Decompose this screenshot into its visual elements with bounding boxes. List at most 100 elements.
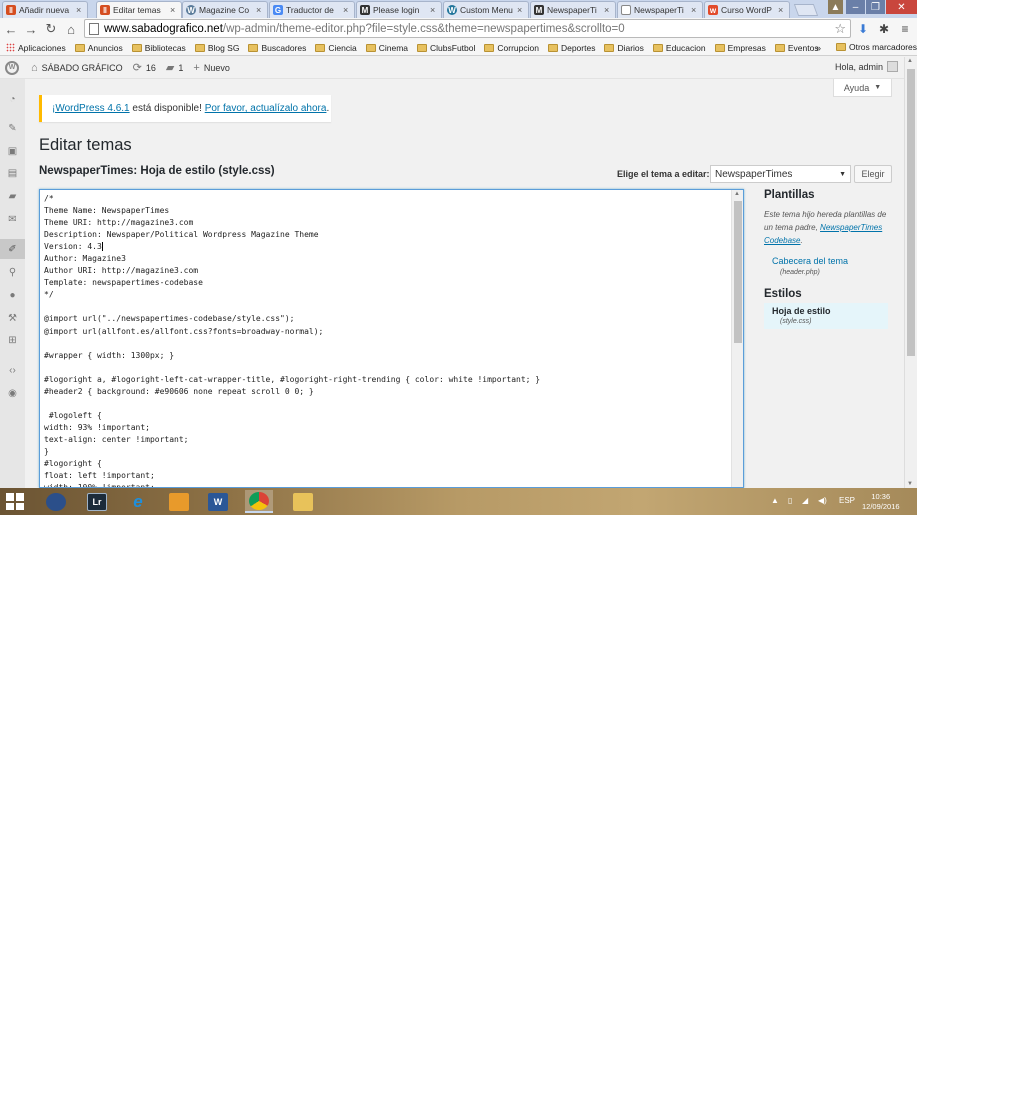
updates-link[interactable]: ⟳ 16: [133, 61, 156, 74]
collapse-icon[interactable]: ◉: [0, 383, 25, 403]
bookmark-folder[interactable]: Cinema: [365, 43, 408, 53]
forward-arrow-icon[interactable]: →: [22, 20, 40, 38]
comments-icon[interactable]: ▰: [0, 186, 25, 206]
maximize-button[interactable]: ❐: [866, 0, 885, 14]
site-name-link[interactable]: ⌂ SÁBADO GRÁFICO: [31, 62, 123, 74]
update-now-link[interactable]: Por favor, actualízalo ahora: [205, 103, 327, 114]
pin-icon[interactable]: ✎: [0, 118, 25, 138]
minimize-button[interactable]: –: [846, 0, 865, 14]
extension-icon[interactable]: ✱: [876, 21, 892, 37]
settings-icon[interactable]: ⊞: [0, 330, 25, 350]
browser-tab[interactable]: M NewspaperTi ×: [530, 1, 616, 18]
close-icon[interactable]: ×: [430, 5, 438, 15]
bookmarks-overflow-button[interactable]: »: [816, 43, 821, 53]
taskbar-app-internet-explorer[interactable]: e: [124, 490, 152, 513]
battery-icon[interactable]: ▯: [788, 496, 792, 505]
user-profile-icon[interactable]: ▲: [828, 0, 843, 14]
taskbar-clock[interactable]: 10:36 12/09/2016: [862, 492, 900, 512]
close-icon[interactable]: ×: [517, 5, 525, 15]
template-file-link[interactable]: Cabecera del tema (header.php): [764, 256, 894, 276]
taskbar-app-word[interactable]: W: [204, 490, 232, 513]
screenshot: ‖ Añadir nueva × ‖ Editar temas × W Maga…: [0, 0, 917, 515]
bookmark-folder[interactable]: Bibliotecas: [131, 43, 186, 53]
star-icon[interactable]: ☆: [834, 21, 846, 37]
menu-icon[interactable]: ≡: [897, 21, 913, 37]
close-window-button[interactable]: ✕: [886, 0, 917, 14]
help-tab-button[interactable]: Ayuda ▼: [833, 79, 892, 97]
apps-grid-icon: [6, 43, 15, 52]
bookmark-folder[interactable]: Empresas: [714, 43, 766, 53]
new-content-link[interactable]: + Nuevo: [193, 62, 229, 74]
close-icon[interactable]: ×: [691, 5, 699, 15]
bookmark-folder[interactable]: Diarios: [604, 43, 644, 53]
appearance-icon[interactable]: ✐: [0, 239, 25, 259]
taskbar-app-firefox-dev[interactable]: [42, 490, 70, 513]
browser-tab[interactable]: W Magazine Co ×: [182, 1, 268, 18]
close-icon[interactable]: ×: [343, 5, 351, 15]
bookmark-folder[interactable]: Anuncios: [74, 43, 123, 53]
new-tab-button[interactable]: [793, 4, 819, 16]
bookmark-apps[interactable]: Aplicaciones: [6, 43, 66, 53]
language-indicator[interactable]: ESP: [839, 496, 855, 505]
browser-tab[interactable]: w Curso WordP ×: [704, 1, 790, 18]
taskbar-app-lightroom[interactable]: Lr: [83, 490, 111, 513]
scrollbar-thumb[interactable]: [734, 201, 742, 343]
tray-overflow-icon[interactable]: ▲: [771, 496, 779, 505]
wordpress-logo-icon[interactable]: W: [5, 60, 19, 75]
address-bar[interactable]: www.sabadografico.net/wp-admin/theme-edi…: [84, 19, 851, 38]
bookmark-folder[interactable]: Eventos: [774, 43, 819, 53]
browser-tab-active[interactable]: ‖ Editar temas ×: [96, 1, 182, 18]
browser-toolbar: ← → ↻ ⌂ www.sabadografico.net/wp-admin/t…: [0, 18, 917, 40]
wordpress-version-link[interactable]: ¡WordPress 4.6.1: [52, 103, 130, 114]
bookmark-folder[interactable]: Deportes: [547, 43, 595, 53]
code-editor-textarea[interactable]: /* Theme Name: NewspaperTimes Theme URI:…: [39, 189, 744, 488]
pages-icon[interactable]: ▤: [0, 163, 25, 183]
plugins-icon[interactable]: ⚲: [0, 262, 25, 282]
network-icon[interactable]: ◢: [802, 496, 808, 505]
home-icon[interactable]: ⌂: [62, 20, 80, 38]
reload-icon[interactable]: ↻: [42, 20, 60, 38]
volume-icon[interactable]: ◀): [818, 496, 827, 505]
comments-link[interactable]: ▰ 1: [166, 61, 183, 74]
dashboard-icon[interactable]: ◔: [0, 89, 25, 109]
windows-start-icon[interactable]: [6, 493, 24, 510]
browser-tab[interactable]: G Traductor de ×: [269, 1, 355, 18]
taskbar-app-chrome[interactable]: [245, 490, 273, 513]
close-icon[interactable]: ×: [76, 5, 84, 15]
taskbar-app-file-explorer[interactable]: [289, 490, 317, 513]
close-icon[interactable]: ×: [170, 5, 178, 15]
browser-tab[interactable]: ‖ Añadir nueva ×: [2, 1, 88, 18]
my-account-link[interactable]: Hola, admin: [835, 61, 898, 72]
page-scrollbar[interactable]: ▲ ▼: [904, 57, 917, 488]
bookmark-folder[interactable]: Corrupcion: [484, 43, 539, 53]
tools-icon[interactable]: ⚒: [0, 308, 25, 328]
caret-down-icon: ▼: [874, 84, 882, 91]
other-bookmarks-folder[interactable]: Otros marcadores: [836, 42, 917, 52]
bookmark-folder[interactable]: Ciencia: [315, 43, 357, 53]
taskbar-app-archive[interactable]: [165, 490, 193, 513]
back-arrow-icon[interactable]: ←: [2, 20, 20, 38]
users-icon[interactable]: ●: [0, 285, 25, 305]
download-icon[interactable]: ⬇: [855, 21, 871, 37]
media-icon[interactable]: ▣: [0, 141, 25, 161]
code-icon[interactable]: ‹›: [0, 360, 25, 380]
theme-select-dropdown[interactable]: NewspaperTimes ▼: [710, 165, 851, 183]
bookmark-folder[interactable]: ClubsFutbol: [417, 43, 475, 53]
browser-tab[interactable]: W Custom Menu ×: [443, 1, 529, 18]
scrollbar-thumb[interactable]: [907, 69, 915, 356]
browser-tab[interactable]: M Please login ×: [356, 1, 442, 18]
scroll-up-icon[interactable]: ▲: [907, 58, 913, 64]
current-style-file[interactable]: Hoja de estilo (style.css): [764, 303, 888, 329]
scroll-down-icon[interactable]: ▼: [907, 481, 913, 487]
bookmark-folder[interactable]: Buscadores: [248, 43, 306, 53]
select-theme-button[interactable]: Elegir: [854, 165, 892, 183]
bookmark-folder[interactable]: Blog SG: [194, 43, 239, 53]
scroll-up-icon[interactable]: ▲: [734, 191, 740, 197]
editor-scrollbar[interactable]: ▲: [731, 190, 743, 487]
close-icon[interactable]: ×: [256, 5, 264, 15]
browser-tab[interactable]: NewspaperTi ×: [617, 1, 703, 18]
close-icon[interactable]: ×: [604, 5, 612, 15]
close-icon[interactable]: ×: [778, 5, 786, 15]
mail-icon[interactable]: ✉: [0, 209, 25, 229]
bookmark-folder[interactable]: Educacion: [652, 43, 706, 53]
